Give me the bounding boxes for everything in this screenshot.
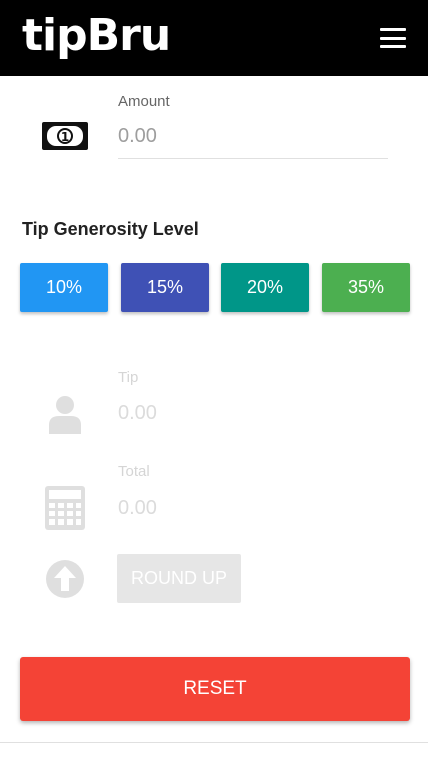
- total-value: 0.00: [118, 497, 157, 519]
- calculator-icon: [30, 483, 100, 533]
- round-up-button[interactable]: ROUND UP: [117, 554, 241, 603]
- tip-15-button[interactable]: 15%: [121, 263, 209, 312]
- reset-button[interactable]: RESET: [20, 657, 410, 721]
- tip-label: Tip: [118, 369, 139, 386]
- tip-10-button[interactable]: 10%: [20, 263, 108, 312]
- tip-generosity-title: Tip Generosity Level: [22, 219, 199, 239]
- menu-line: [380, 45, 406, 48]
- app-logo: tipBru: [22, 10, 171, 61]
- tip-value: 0.00: [118, 402, 157, 424]
- menu-line: [380, 28, 406, 31]
- amount-label: Amount: [118, 93, 170, 110]
- tip-20-button[interactable]: 20%: [221, 263, 309, 312]
- banknote-icon: 1: [30, 111, 100, 161]
- tip-35-button[interactable]: 35%: [322, 263, 410, 312]
- total-label: Total: [118, 463, 150, 480]
- arrow-up-circle-icon: [30, 554, 100, 604]
- svg-text:1: 1: [61, 130, 69, 144]
- person-icon: [30, 389, 100, 439]
- hamburger-menu-icon[interactable]: [380, 28, 406, 48]
- amount-input[interactable]: [118, 121, 388, 159]
- bottom-divider: [0, 742, 428, 743]
- menu-line: [380, 36, 406, 40]
- app-header: tipBru: [0, 0, 428, 76]
